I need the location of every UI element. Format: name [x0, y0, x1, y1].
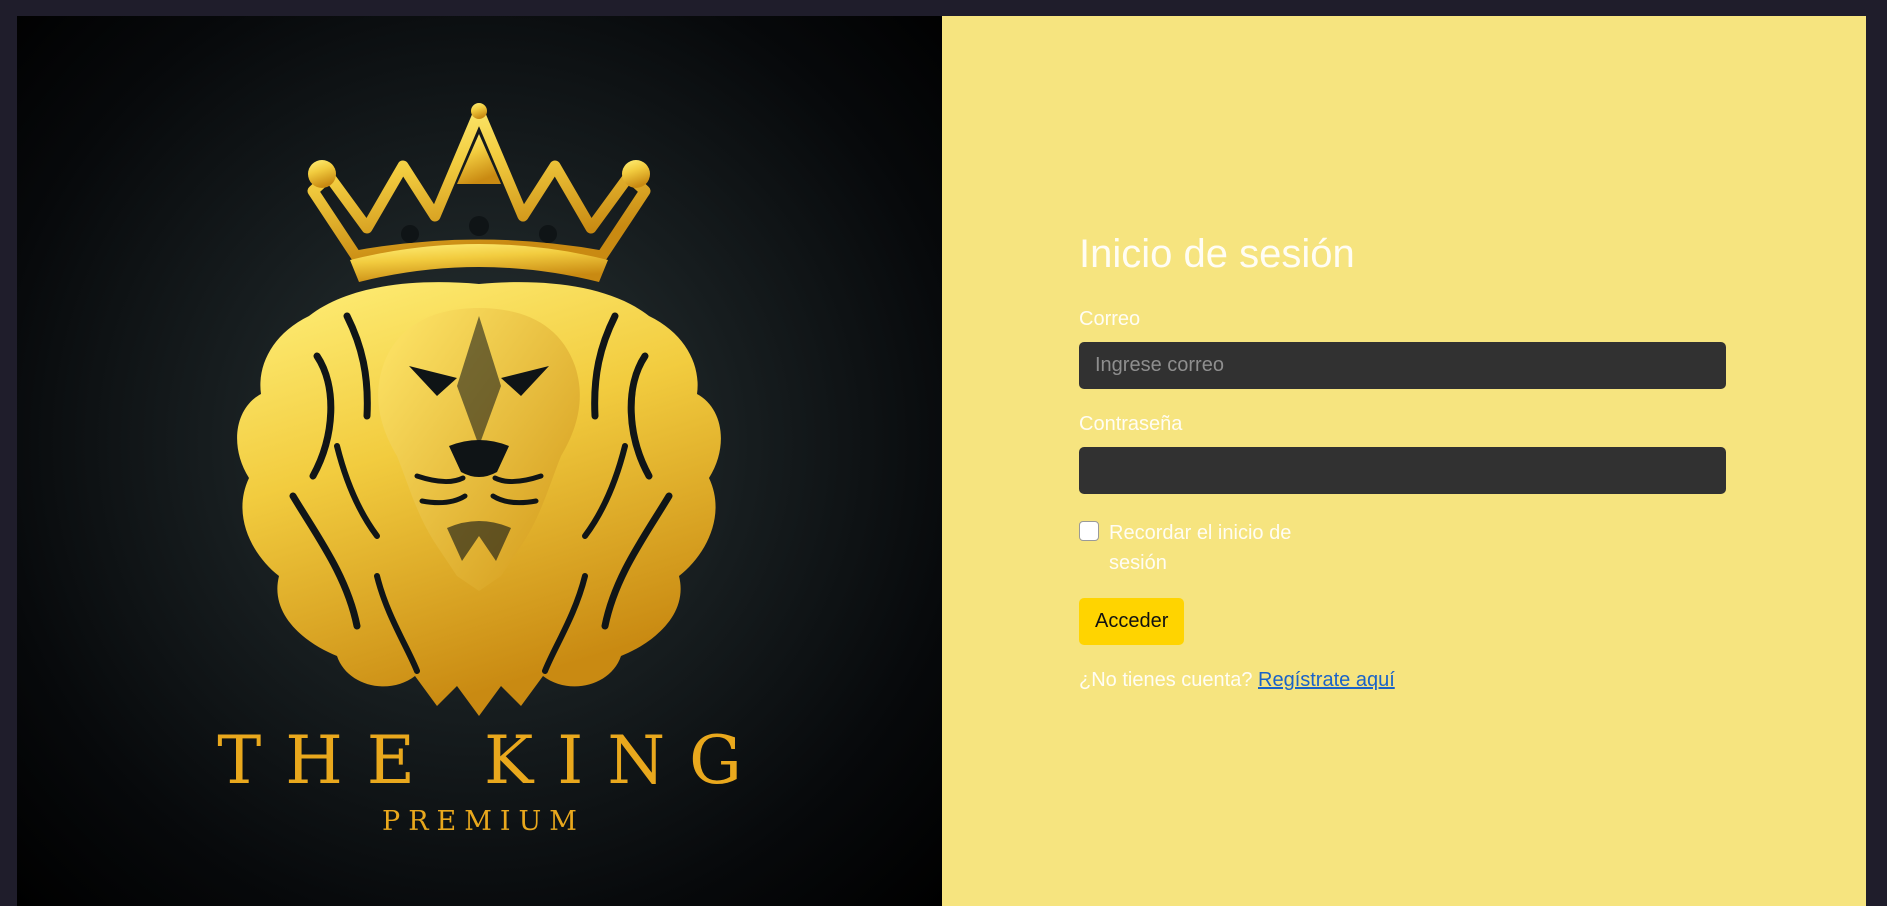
crown-shape [307, 103, 651, 282]
remember-label: Recordar el inicio de sesión [1109, 522, 1292, 574]
register-link[interactable]: Regístrate aquí [1258, 669, 1395, 691]
email-input[interactable] [1079, 342, 1726, 389]
password-input[interactable] [1079, 447, 1726, 494]
password-label: Contraseña [1079, 413, 1183, 435]
remember-row: Recordar el inicio de sesión [1079, 518, 1726, 578]
register-prompt: ¿No tienes cuenta? [1079, 669, 1253, 691]
brand-panel: THE KING PREMIUM [17, 16, 942, 906]
login-form: Inicio de sesión Correo Contraseña Recor… [1079, 228, 1726, 692]
register-row: ¿No tienes cuenta? Regístrate aquí [1079, 669, 1726, 692]
page-frame: THE KING PREMIUM Inicio de sesión Correo… [17, 16, 1866, 906]
brand-name: THE KING [217, 722, 766, 799]
remember-checkbox[interactable] [1079, 521, 1099, 541]
brand-tagline: PREMIUM [382, 806, 585, 837]
login-button[interactable]: Acceder [1079, 598, 1185, 645]
email-label: Correo [1079, 308, 1141, 330]
login-panel: Inicio de sesión Correo Contraseña Recor… [942, 16, 1866, 906]
login-title: Inicio de sesión [1079, 232, 1355, 276]
